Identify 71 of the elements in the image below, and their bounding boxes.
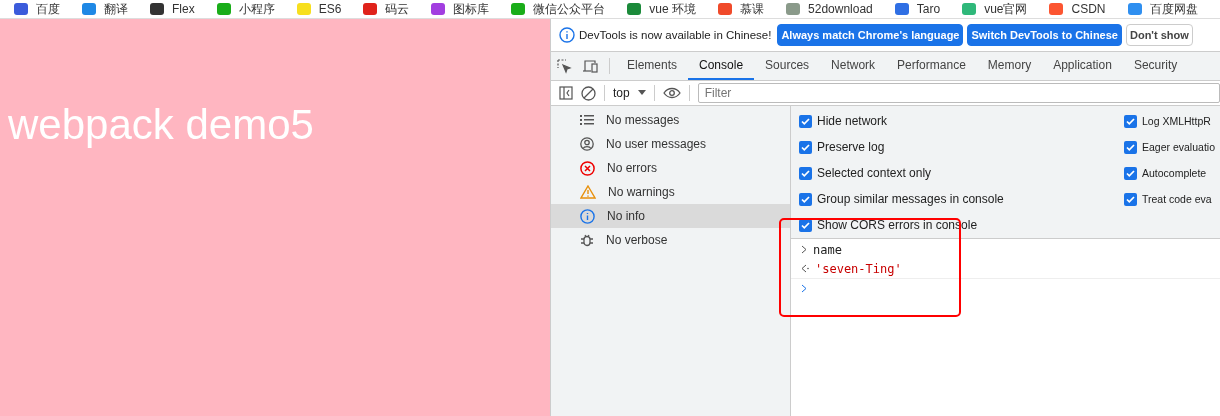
bookmark-item[interactable]: CSDN: [1049, 2, 1106, 16]
context-dropdown[interactable]: top: [613, 86, 646, 100]
check-icon: [801, 220, 810, 230]
checkbox-option[interactable]: Hide network: [799, 108, 1124, 134]
bookmark-item[interactable]: Flex: [150, 2, 195, 16]
sidebar-item[interactable]: No errors: [551, 156, 790, 180]
filter-field[interactable]: Filter: [697, 83, 1220, 103]
bookmark-item[interactable]: vue 环境: [627, 0, 697, 18]
checkbox-option[interactable]: Autocomplete: [1124, 160, 1220, 186]
caret-icon: [637, 90, 646, 96]
bookmark-item[interactable]: ES6: [296, 2, 342, 16]
infobar-button[interactable]: Always match Chrome's language: [777, 24, 964, 46]
devtools-tab[interactable]: Memory: [976, 52, 1043, 80]
page-heading: webpack demo5: [8, 101, 315, 149]
bookmark-item[interactable]: 52download: [786, 2, 873, 16]
bookmark-item[interactable]: 图标库: [431, 0, 490, 18]
bookmark-item[interactable]: 码云: [363, 0, 410, 18]
infobar-message: DevTools is now available in Chinese!: [579, 29, 772, 41]
devtools-tab[interactable]: Network: [820, 52, 887, 80]
sidebar-item[interactable]: No messages: [551, 108, 790, 132]
check-icon: [1126, 168, 1135, 178]
bookmark-item[interactable]: Taro: [894, 2, 941, 16]
sidebar-item[interactable]: No warnings: [551, 180, 790, 204]
devtools-tab[interactable]: Console: [688, 52, 755, 80]
sidebar-item[interactable]: No user messages: [551, 132, 790, 156]
clear-icon[interactable]: [581, 85, 596, 101]
bookmark-item[interactable]: 百度网盘: [1127, 0, 1198, 18]
check-icon: [1126, 142, 1135, 152]
bookmark-item[interactable]: 小程序: [216, 0, 275, 18]
console-result-text: 'seven-Ting': [791, 259, 1220, 279]
devtools-tab[interactable]: Performance: [886, 52, 977, 80]
devtools-tab[interactable]: Security: [1122, 52, 1189, 80]
devtools-tab[interactable]: Sources: [754, 52, 821, 80]
device-icon[interactable]: [582, 58, 599, 74]
checkbox-option[interactable]: Preserve log: [799, 134, 1124, 160]
check-icon: [801, 116, 810, 126]
info-icon: [559, 27, 575, 43]
info-icon: [580, 208, 595, 224]
inspect-icon[interactable]: [557, 58, 572, 74]
checkbox-option[interactable]: Selected context only: [799, 160, 1124, 186]
checkbox-option[interactable]: Log XMLHttpR: [1124, 108, 1220, 134]
return-icon: [801, 264, 809, 273]
chevron-icon: [801, 245, 807, 254]
sidebar-item[interactable]: No info: [551, 204, 790, 228]
infobar-button[interactable]: Switch DevTools to Chinese: [967, 24, 1122, 46]
checkbox-option[interactable]: Group similar messages in console: [799, 186, 1124, 212]
error-icon: [580, 160, 595, 176]
sidebar-item[interactable]: No verbose: [551, 228, 790, 252]
check-icon: [1126, 116, 1135, 126]
user-icon: [580, 137, 594, 151]
console-input-text: name: [791, 240, 1220, 259]
bookmark-item[interactable]: 微信公众平台: [511, 0, 606, 18]
list-icon: [580, 114, 594, 126]
check-icon: [1126, 194, 1135, 204]
bug-icon: [580, 233, 594, 247]
bookmark-item[interactable]: 翻译: [82, 0, 128, 18]
eye-icon[interactable]: [662, 87, 681, 99]
prompt-icon[interactable]: [801, 284, 807, 293]
check-icon: [801, 194, 810, 204]
bookmark-item[interactable]: 百度: [14, 0, 60, 18]
sidebar-icon[interactable]: [559, 86, 573, 100]
devtools-tab[interactable]: Application: [1042, 52, 1123, 80]
bookmark-item[interactable]: 慕课: [718, 0, 765, 18]
warning-icon: [580, 185, 596, 199]
checkbox-option[interactable]: Treat code eva: [1124, 186, 1220, 212]
check-icon: [801, 142, 810, 152]
infobar-button[interactable]: Don't show: [1125, 24, 1193, 46]
checkbox-option[interactable]: Eager evaluatio: [1124, 134, 1220, 160]
bookmark-item[interactable]: vue官网: [962, 0, 1028, 18]
devtools-tab[interactable]: Elements: [616, 52, 689, 80]
check-icon: [801, 168, 810, 178]
